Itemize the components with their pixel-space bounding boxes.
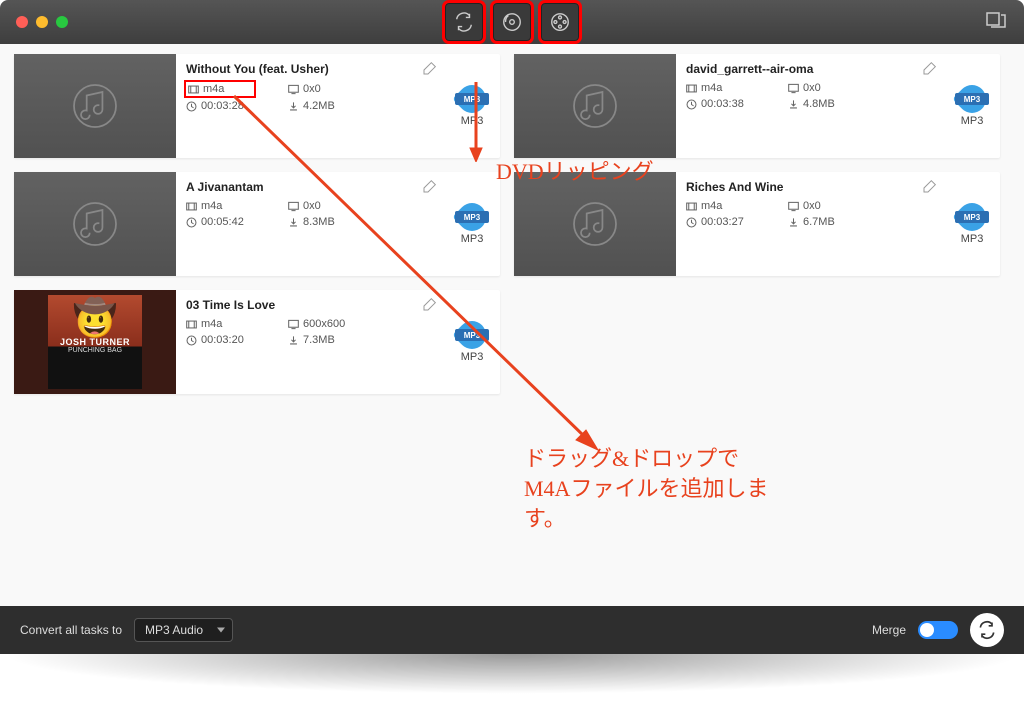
output-format-button[interactable]: MP3 MP3	[444, 290, 500, 394]
mp3-icon: MP3	[455, 85, 489, 113]
task-title: 03 Time Is Love	[186, 298, 434, 312]
output-format-select[interactable]: MP3 Audio	[134, 618, 233, 642]
format-badge: m4a	[686, 200, 754, 212]
convert-mode-button[interactable]	[445, 3, 483, 41]
disc-icon	[501, 11, 523, 33]
zoom-window-button[interactable]	[56, 16, 68, 28]
annot-drop: ドラッグ&ドロップで M4Aファイルを追加しま す。	[524, 444, 768, 534]
titlebar	[0, 0, 1024, 44]
resolution-badge: 0x0	[788, 200, 856, 212]
album-art: 🤠 JOSH TURNER PUNCHING BAG	[48, 295, 142, 389]
task-title: A Jivanantam	[186, 180, 434, 194]
app-window: Without You (feat. Usher) m4a 0x0 00:03:…	[0, 0, 1024, 694]
resolution-badge: 0x0	[288, 200, 356, 212]
merge-label: Merge	[872, 623, 906, 637]
task-card[interactable]: david_garrett--air-oma m4a 0x0 00:03:38 …	[514, 54, 1000, 158]
start-convert-button[interactable]	[970, 613, 1004, 647]
dvd-rip-button[interactable]	[493, 3, 531, 41]
size-badge: 8.3MB	[288, 216, 356, 228]
task-title: david_garrett--air-oma	[686, 62, 934, 76]
task-card[interactable]: Without You (feat. Usher) m4a 0x0 00:03:…	[14, 54, 500, 158]
close-window-button[interactable]	[16, 16, 28, 28]
thumbnail	[514, 54, 676, 158]
output-format-button[interactable]: MP3 MP3	[444, 54, 500, 158]
edit-button[interactable]	[422, 296, 438, 312]
resolution-badge: 0x0	[288, 82, 356, 96]
duration-badge: 00:03:20	[186, 334, 254, 346]
task-title: Riches And Wine	[686, 180, 934, 194]
toolbar	[445, 3, 579, 41]
output-format-button[interactable]: MP3 MP3	[944, 54, 1000, 158]
output-format-label: MP3	[461, 233, 484, 245]
task-card[interactable]: 🤠 JOSH TURNER PUNCHING BAG 03 Time Is Lo…	[14, 290, 500, 394]
film-reel-icon	[549, 11, 571, 33]
format-badge: m4a	[186, 318, 254, 330]
edit-button[interactable]	[922, 178, 938, 194]
task-info: Riches And Wine m4a 0x0 00:03:27 6.7MB	[676, 172, 944, 276]
download-mode-button[interactable]	[541, 3, 579, 41]
output-format-label: MP3	[461, 115, 484, 127]
window-controls	[16, 16, 68, 28]
output-format-button[interactable]: MP3 MP3	[444, 172, 500, 276]
duration-badge: 00:03:38	[686, 98, 754, 110]
task-info: Without You (feat. Usher) m4a 0x0 00:03:…	[176, 54, 444, 158]
thumbnail	[14, 172, 176, 276]
merge-toggle[interactable]	[918, 621, 958, 639]
task-grid: Without You (feat. Usher) m4a 0x0 00:03:…	[14, 54, 1010, 394]
edit-button[interactable]	[422, 60, 438, 76]
mp3-icon: MP3	[455, 203, 489, 231]
bottombar: Convert all tasks to MP3 Audio Merge	[0, 606, 1024, 654]
output-format-select-wrap: MP3 Audio	[134, 618, 233, 642]
album-sub: PUNCHING BAG	[68, 347, 122, 354]
mp3-icon: MP3	[955, 85, 989, 113]
task-info: 03 Time Is Love m4a 600x600 00:03:20 7.3…	[176, 290, 444, 394]
library-icon	[984, 8, 1008, 32]
edit-button[interactable]	[422, 178, 438, 194]
size-badge: 7.3MB	[288, 334, 356, 346]
thumbnail: 🤠 JOSH TURNER PUNCHING BAG	[14, 290, 176, 394]
mp3-icon: MP3	[455, 321, 489, 349]
duration-badge: 00:03:27	[686, 216, 754, 228]
output-format-label: MP3	[961, 115, 984, 127]
task-title: Without You (feat. Usher)	[186, 62, 434, 76]
thumbnail	[514, 172, 676, 276]
resolution-badge: 0x0	[788, 82, 856, 94]
task-card[interactable]: Riches And Wine m4a 0x0 00:03:27 6.7MB M…	[514, 172, 1000, 276]
format-badge: m4a	[186, 82, 254, 96]
convert-all-label: Convert all tasks to	[20, 623, 122, 637]
refresh-icon	[977, 620, 997, 640]
minimize-window-button[interactable]	[36, 16, 48, 28]
output-format-button[interactable]: MP3 MP3	[944, 172, 1000, 276]
resolution-badge: 600x600	[288, 318, 356, 330]
album-name: JOSH TURNER	[60, 337, 130, 347]
library-button[interactable]	[984, 8, 1008, 37]
convert-icon	[453, 11, 475, 33]
duration-badge: 00:05:42	[186, 216, 254, 228]
duration-badge: 00:03:28	[186, 100, 254, 112]
task-info: david_garrett--air-oma m4a 0x0 00:03:38 …	[676, 54, 944, 158]
mp3-icon: MP3	[955, 203, 989, 231]
format-badge: m4a	[686, 82, 754, 94]
thumbnail	[14, 54, 176, 158]
size-badge: 4.8MB	[788, 98, 856, 110]
task-card[interactable]: A Jivanantam m4a 0x0 00:05:42 8.3MB MP3 …	[14, 172, 500, 276]
content-area: Without You (feat. Usher) m4a 0x0 00:03:…	[0, 44, 1024, 606]
edit-button[interactable]	[922, 60, 938, 76]
format-badge: m4a	[186, 200, 254, 212]
size-badge: 6.7MB	[788, 216, 856, 228]
size-badge: 4.2MB	[288, 100, 356, 112]
output-format-label: MP3	[461, 351, 484, 363]
task-info: A Jivanantam m4a 0x0 00:05:42 8.3MB	[176, 172, 444, 276]
output-format-label: MP3	[961, 233, 984, 245]
